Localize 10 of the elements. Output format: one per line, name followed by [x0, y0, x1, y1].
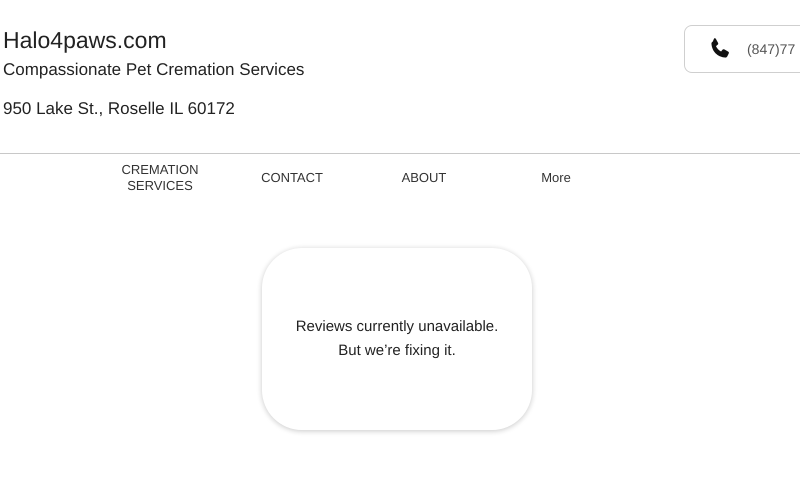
nav-link[interactable]: More: [490, 170, 622, 186]
nav-link[interactable]: ABOUT: [358, 170, 490, 186]
tagline: Compassionate Pet Cremation Services: [3, 59, 304, 81]
phone-link[interactable]: (847)77: [684, 25, 800, 73]
review-message: But we’re fixing it.: [338, 341, 456, 361]
address: 950 Lake St., Roselle IL 60172: [3, 99, 236, 119]
site-name: Halo4paws.com: [3, 26, 168, 55]
review-message: Reviews currently unavailable.: [296, 317, 498, 337]
nav-link[interactable]: CONTACT: [226, 170, 358, 186]
nav-link[interactable]: CREMATION SERVICES: [94, 162, 226, 194]
